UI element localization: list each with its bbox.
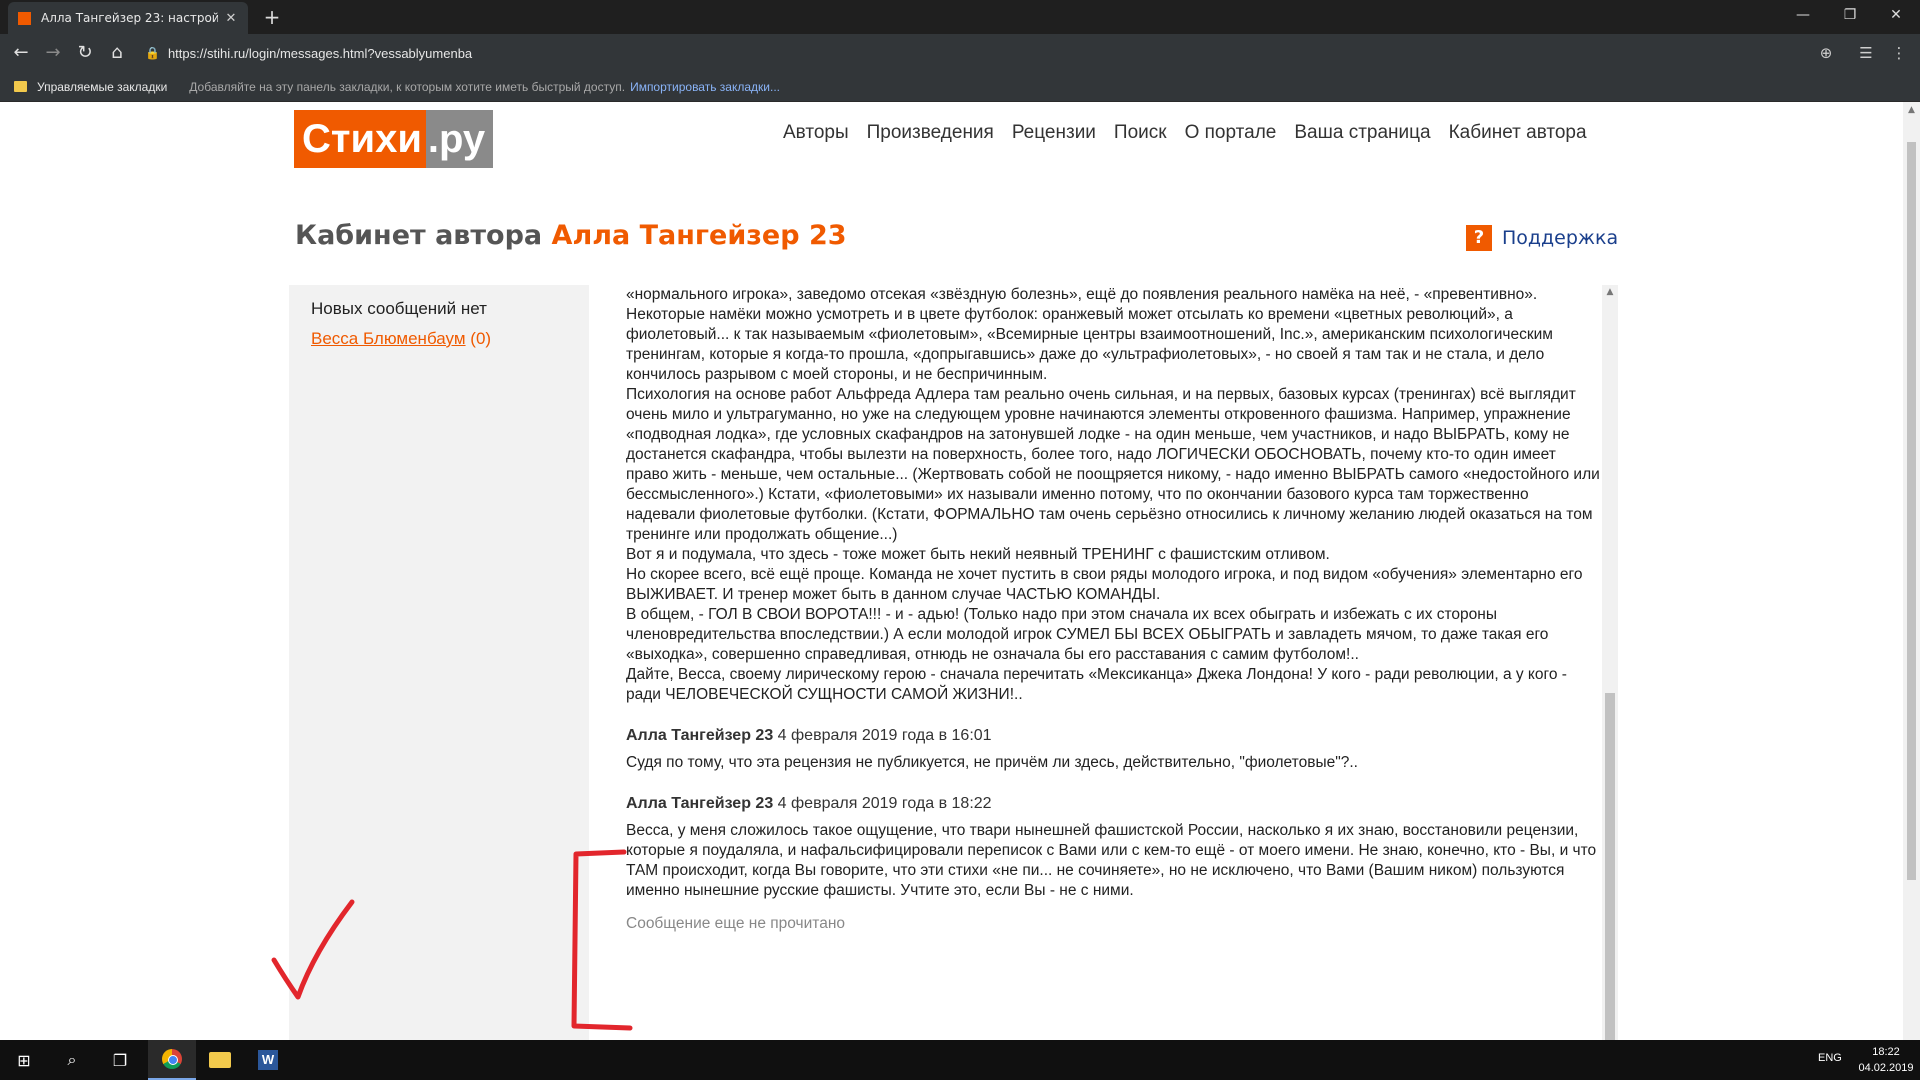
page-scroll-up-icon[interactable]: ▲ xyxy=(1903,102,1920,118)
clock-date: 04.02.2019 xyxy=(1858,1062,1914,1074)
review-paragraph: В общем, - ГОЛ В СВОИ ВОРОТА!!! - и - ад… xyxy=(626,606,1549,663)
zoom-icon[interactable]: ⊕ xyxy=(1813,40,1839,66)
minimize-button[interactable]: — xyxy=(1780,0,1826,30)
message-text: Судя по тому, что эта рецензия не публик… xyxy=(626,754,1358,771)
message-item: Алла Тангейзер 23 4 февраля 2019 года в … xyxy=(626,795,1600,933)
unread-status: Сообщение еще не прочитано xyxy=(626,915,846,932)
file-explorer-icon xyxy=(209,1052,231,1068)
page-title-prefix: Кабинет автора xyxy=(295,220,543,251)
folder-icon xyxy=(14,81,27,92)
nav-about[interactable]: О портале xyxy=(1185,122,1277,144)
message-author: Алла Тангейзер 23 xyxy=(626,727,774,744)
chrome-icon xyxy=(162,1049,182,1069)
logo-tld: .ру xyxy=(425,110,494,168)
nav-search[interactable]: Поиск xyxy=(1114,122,1167,144)
message-header: Алла Тангейзер 23 4 февраля 2019 года в … xyxy=(626,795,1600,813)
review-paragraph: Дайте, Весса, своему лирическому герою -… xyxy=(626,666,1567,703)
page-scrollbar[interactable]: ▲ xyxy=(1903,102,1920,1040)
browser-tab[interactable]: Алла Тангейзер 23: настройки с ✕ xyxy=(8,2,248,34)
home-button[interactable]: ⌂ xyxy=(104,40,130,66)
clock-time: 18:22 xyxy=(1872,1046,1900,1058)
contact-name-link[interactable]: Весса Блюменбаум xyxy=(311,329,466,348)
browser-titlebar: Алла Тангейзер 23: настройки с ✕ + — ❐ ✕ xyxy=(0,0,1920,34)
close-window-button[interactable]: ✕ xyxy=(1873,0,1919,30)
nav-your-page[interactable]: Ваша страница xyxy=(1294,122,1430,144)
page-scroll-thumb[interactable] xyxy=(1907,142,1916,880)
nav-author-cabinet[interactable]: Кабинет автора xyxy=(1449,122,1587,144)
support-link[interactable]: ? Поддержка xyxy=(1466,225,1618,251)
lock-icon: 🔒 xyxy=(145,46,160,60)
taskbar-word[interactable]: W xyxy=(244,1040,292,1080)
taskbar-explorer[interactable] xyxy=(196,1040,244,1080)
review-paragraph: «нормального игрока», заведомо отсекая «… xyxy=(626,286,1553,383)
managed-bookmarks[interactable]: Управляемые закладки xyxy=(37,80,167,94)
bookmarks-bar: Управляемые закладки Добавляйте на эту п… xyxy=(0,72,1920,102)
contact-item[interactable]: Весса Блюменбаум (0) xyxy=(311,329,567,349)
thread-scrollbar[interactable]: ▲ xyxy=(1602,285,1618,1040)
message-date: 4 февраля 2019 года в 16:01 xyxy=(777,727,992,744)
page-title-author[interactable]: Алла Тангейзер 23 xyxy=(552,220,847,251)
review-paragraph: Вот я и подумала, что здесь - тоже может… xyxy=(626,546,1330,563)
os-taskbar: ⊞ ⌕ ❐ W ENG 18:22 04.02.2019 xyxy=(0,1040,1920,1080)
search-icon[interactable]: ⌕ xyxy=(48,1040,96,1080)
scroll-up-icon[interactable]: ▲ xyxy=(1602,285,1618,299)
message-author: Алла Тангейзер 23 xyxy=(626,795,774,812)
site-logo[interactable]: Стихи .ру xyxy=(294,110,494,168)
message-thread: «нормального игрока», заведомо отсекая «… xyxy=(626,285,1600,1040)
nav-reviews[interactable]: Рецензии xyxy=(1012,122,1096,144)
extensions-icon[interactable]: ☰ xyxy=(1853,40,1879,66)
logo-main: Стихи xyxy=(294,110,426,168)
review-paragraph: Психология на основе работ Альфреда Адле… xyxy=(626,386,1600,543)
language-indicator[interactable]: ENG xyxy=(1818,1052,1842,1064)
site-nav: Авторы Произведения Рецензии Поиск О пор… xyxy=(783,122,1587,144)
back-button[interactable]: ← xyxy=(8,40,34,66)
taskbar-chrome[interactable] xyxy=(148,1040,196,1080)
thread-scroll-thumb[interactable] xyxy=(1605,693,1615,1040)
task-view-icon[interactable]: ❐ xyxy=(96,1040,144,1080)
forward-button[interactable]: → xyxy=(40,40,66,66)
tab-title: Алла Тангейзер 23: настройки с xyxy=(41,11,218,25)
address-bar[interactable]: 🔒 https://stihi.ru/login/messages.html?v… xyxy=(145,39,1825,67)
browser-menu-icon[interactable]: ⋮ xyxy=(1886,40,1912,66)
page-viewport: Стихи .ру Авторы Произведения Рецензии П… xyxy=(0,102,1920,1040)
maximize-button[interactable]: ❐ xyxy=(1827,0,1873,30)
tab-close-icon[interactable]: ✕ xyxy=(224,11,238,26)
new-tab-button[interactable]: + xyxy=(258,2,286,32)
start-button[interactable]: ⊞ xyxy=(0,1040,48,1080)
support-label: Поддержка xyxy=(1502,227,1619,249)
message-header: Алла Тангейзер 23 4 февраля 2019 года в … xyxy=(626,727,1600,745)
review-paragraph: Но скорее всего, всё ещё проще. Команда … xyxy=(626,566,1583,603)
help-icon: ? xyxy=(1466,225,1492,251)
message-text: Весса, у меня сложилось такое ощущение, … xyxy=(626,822,1597,899)
conversations-sidebar: Новых сообщений нет Весса Блюменбаум (0) xyxy=(289,285,589,1040)
browser-toolbar: ← → ↻ ⌂ 🔒 https://stihi.ru/login/message… xyxy=(0,34,1920,72)
message-date: 4 февраля 2019 года в 18:22 xyxy=(777,795,992,812)
no-new-messages: Новых сообщений нет xyxy=(311,299,487,318)
reload-button[interactable]: ↻ xyxy=(72,40,98,66)
page-title: Кабинет автора Алла Тангейзер 23 xyxy=(295,220,847,251)
import-bookmarks-link[interactable]: Импортировать закладки... xyxy=(630,80,780,94)
url-text: https://stihi.ru/login/messages.html?ves… xyxy=(167,45,473,61)
nav-authors[interactable]: Авторы xyxy=(783,122,849,144)
review-text: «нормального игрока», заведомо отсекая «… xyxy=(626,285,1600,705)
system-clock[interactable]: 18:22 04.02.2019 xyxy=(1856,1044,1916,1076)
contact-unread-count: (0) xyxy=(470,329,492,348)
bookmarks-hint: Добавляйте на эту панель закладки, к кот… xyxy=(189,79,626,94)
word-icon: W xyxy=(258,1050,278,1070)
site-favicon-icon xyxy=(18,11,31,25)
nav-works[interactable]: Произведения xyxy=(867,122,994,144)
message-item: Алла Тангейзер 23 4 февраля 2019 года в … xyxy=(626,727,1600,773)
